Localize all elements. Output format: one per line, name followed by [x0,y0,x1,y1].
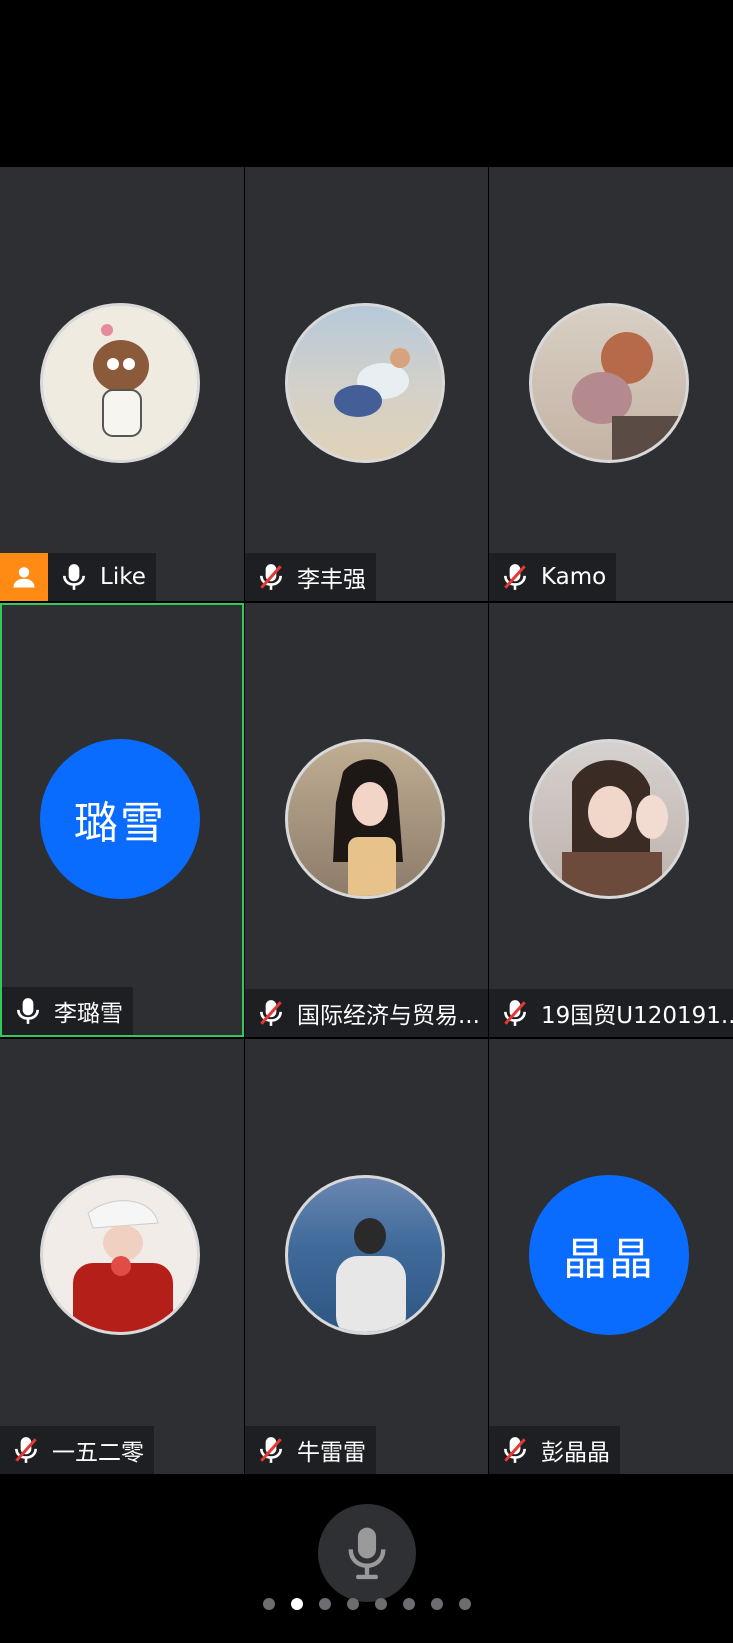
name-bar: 李璐雪 [2,987,133,1035]
name-bar: 李丰强 [245,553,376,601]
mic-toggle-button[interactable] [318,1504,416,1602]
mic-on-icon [10,993,46,1029]
participant-tile[interactable]: Like [0,167,244,601]
name-bar: 国际经济与贸易... [245,989,488,1037]
name-bar: 彭晶晶 [489,1426,620,1474]
mic-muted-icon [8,1432,44,1468]
page-indicator[interactable] [0,1598,733,1610]
avatar-initials: 璐雪 [40,739,200,899]
avatar-photo-wave [529,739,689,899]
participant-name: 李璐雪 [54,1001,123,1027]
mic-muted-icon [497,995,533,1031]
participant-tile[interactable]: 牛雷雷 [245,1039,488,1474]
mic-muted-icon [253,559,289,595]
name-bar: 19国贸U120191... [489,989,733,1037]
avatar-initials: 晶晶 [529,1175,689,1335]
page-dot[interactable] [430,1598,443,1610]
page-dot-current[interactable] [290,1598,303,1610]
participant-name: Like [100,564,146,590]
mic-muted-icon [497,559,533,595]
participant-tile[interactable]: 一五二零 [0,1039,244,1474]
participant-name: 李丰强 [297,567,366,593]
mic-icon [348,1527,386,1580]
participant-tile[interactable]: 晶晶 彭晶晶 [489,1039,733,1474]
participant-tile-active[interactable]: 璐雪 李璐雪 [0,603,244,1037]
participant-tile[interactable]: Kamo [489,167,733,601]
mic-muted-icon [253,1432,289,1468]
name-bar: 牛雷雷 [245,1426,376,1474]
participant-name: 牛雷雷 [297,1440,366,1466]
mic-muted-icon [253,995,289,1031]
page-dot[interactable] [346,1598,359,1610]
mic-muted-icon [497,1432,533,1468]
page-dot[interactable] [318,1598,331,1610]
avatar-photo-sea [285,1175,445,1335]
participant-name: 彭晶晶 [541,1440,610,1466]
participant-name: 19国贸U120191... [541,1003,733,1029]
name-bar: Kamo [489,553,617,601]
avatar-photo-beach [285,303,445,463]
avatar-photo-portrait [285,739,445,899]
avatar-cartoon-red-hoodie [40,1175,200,1335]
participant-grid: Like 李丰强 Kamo 璐雪 李璐雪 国际经济与贸易... 19国贸U120… [0,167,733,1474]
page-dot[interactable] [262,1598,275,1610]
participant-name: Kamo [541,564,607,590]
page-dot[interactable] [402,1598,415,1610]
host-icon [0,553,48,601]
avatar-spongebob-squirrel [40,303,200,463]
page-dot[interactable] [374,1598,387,1610]
participant-name: 国际经济与贸易... [297,1003,480,1029]
page-dot[interactable] [458,1598,471,1610]
participant-tile[interactable]: 李丰强 [245,167,488,601]
avatar-photo-flowers [529,303,689,463]
name-bar: 一五二零 [0,1426,154,1474]
participant-tile[interactable]: 19国贸U120191... [489,603,733,1037]
mic-on-icon [56,559,92,595]
name-bar: Like [0,553,156,601]
participant-tile[interactable]: 国际经济与贸易... [245,603,488,1037]
participant-name: 一五二零 [52,1440,144,1466]
